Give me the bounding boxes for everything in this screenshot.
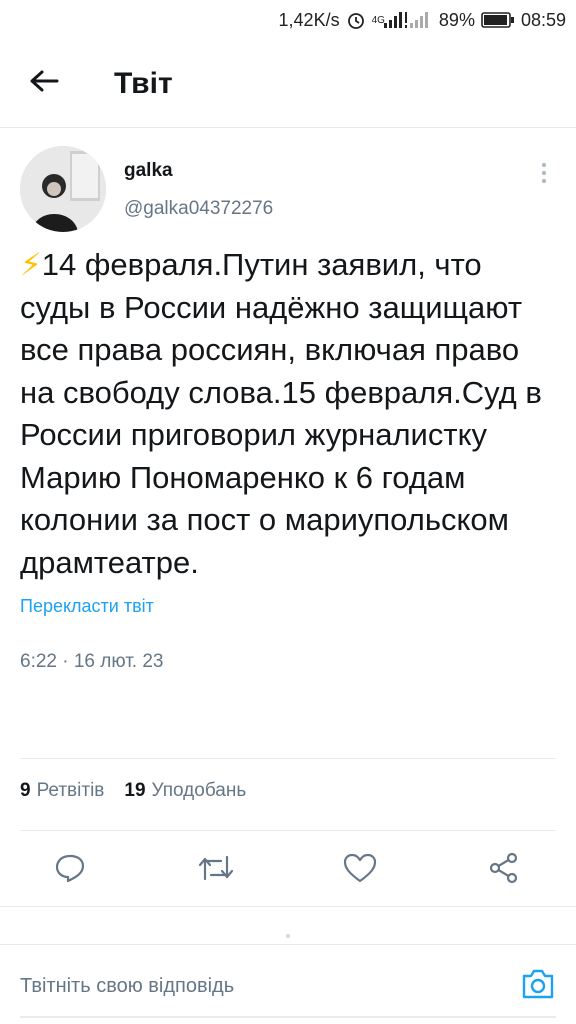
tweet-detail-screen: 1,42K/s 4G 89% 08:59 Твіт galka @galka04… — [0, 0, 576, 1024]
retweet-button[interactable] — [194, 848, 238, 892]
likes-stat[interactable]: 19 Уподобань — [124, 780, 246, 802]
retweets-stat[interactable]: 9 Ретвітів — [20, 780, 104, 802]
reply-composer — [0, 944, 576, 1024]
scroll-indicator — [286, 934, 290, 938]
camera-icon — [520, 969, 556, 1005]
divider — [20, 758, 556, 759]
signal-group: 4G — [372, 11, 433, 29]
avatar[interactable] — [20, 146, 106, 232]
battery-percent: 89% — [438, 9, 475, 30]
tweet-stats: 9 Ретвітів 19 Уподобань — [20, 780, 246, 802]
heart-icon — [343, 853, 377, 888]
back-button[interactable] — [16, 56, 72, 112]
retweets-label: Ретвітів — [36, 780, 105, 801]
more-options-button[interactable] — [532, 162, 556, 186]
likes-label: Уподобань — [151, 780, 247, 801]
reply-icon — [54, 852, 86, 889]
signal-2-icon — [409, 11, 433, 29]
tweet: galka @galka04372276 ⚡14 февраля.Путин з… — [20, 146, 556, 673]
arrow-left-icon — [29, 69, 59, 98]
section-divider — [0, 906, 576, 907]
lightning-emoji: ⚡ — [20, 247, 42, 282]
camera-button[interactable] — [520, 967, 556, 1003]
clock: 08:59 — [520, 9, 566, 30]
reply-input[interactable] — [20, 965, 500, 1007]
page-title: Твіт — [114, 66, 173, 100]
status-bar: 1,42K/s 4G 89% 08:59 — [0, 0, 576, 40]
share-icon — [488, 852, 520, 889]
tweet-timestamp: 6:22 · 16 лют. 23 — [20, 651, 164, 672]
author-meta: galka @galka04372276 — [124, 146, 273, 220]
like-button[interactable] — [338, 848, 382, 892]
divider — [20, 830, 556, 831]
reply-underline — [20, 1016, 556, 1018]
author-row: galka @galka04372276 — [20, 146, 556, 238]
more-vertical-icon — [541, 162, 547, 186]
network-speed: 1,42K/s — [278, 9, 340, 30]
tweet-actions — [20, 842, 556, 898]
battery-icon — [481, 11, 515, 29]
tweet-text: ⚡14 февраля.Путин заявил, что суды в Рос… — [20, 244, 556, 584]
likes-count: 19 — [124, 780, 146, 801]
reply-button[interactable] — [48, 848, 92, 892]
share-button[interactable] — [482, 848, 526, 892]
author-name[interactable]: galka — [124, 160, 273, 182]
alarm-icon — [346, 10, 366, 30]
retweet-icon — [197, 853, 235, 888]
translate-tweet-link[interactable]: Перекласти твіт — [20, 596, 154, 617]
signal-icon — [383, 11, 409, 29]
top-app-bar: Твіт — [0, 40, 576, 128]
retweets-count: 9 — [20, 780, 31, 801]
tweet-body: 14 февраля.Путин заявил, что суды в Росс… — [20, 247, 542, 580]
author-handle[interactable]: @galka04372276 — [124, 198, 273, 220]
